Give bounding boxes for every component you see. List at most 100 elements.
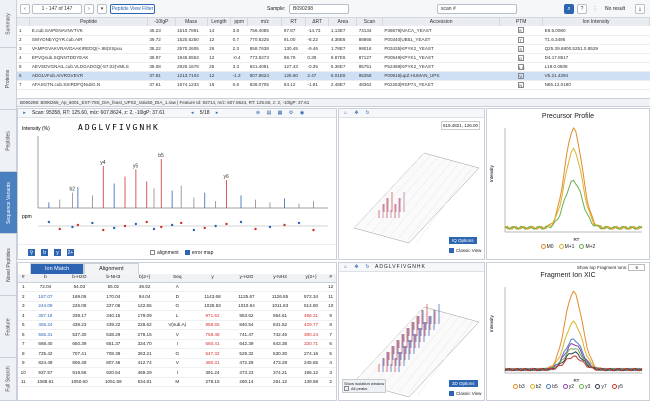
search-icon[interactable]: ⌕ bbox=[564, 4, 574, 14]
ion-row[interactable]: 10 937.57 919.56 920.54 469.29 I 391.24 373.23 3… bbox=[18, 367, 336, 378]
camera-icon[interactable]: ◉ bbox=[299, 110, 306, 117]
legend-item[interactable]: y3 bbox=[579, 384, 590, 390]
settings-icon[interactable]: ⚙ bbox=[288, 110, 295, 117]
b-ion-toggle[interactable]: b bbox=[41, 249, 48, 256]
peptide-col-header[interactable]: PTM bbox=[499, 18, 544, 26]
peptide-col-header[interactable]: Mass bbox=[175, 18, 208, 26]
sidebar-item-full-search[interactable]: Full Search bbox=[0, 358, 17, 401]
ion-cell: 708.39 bbox=[96, 348, 131, 359]
peptide-row[interactable]: 3 VAMPGVAKVRAVDAAKIREDQ(+.98)SSpuu 38.22 25… bbox=[17, 44, 650, 54]
ion-row[interactable]: 3 244.09 226.08 227.06 122.55 G 1028.63 1010.64… bbox=[18, 301, 336, 311]
sidebar-item-peptides[interactable]: Peptides bbox=[0, 110, 17, 172]
peptide-col-header[interactable]: Accession bbox=[382, 18, 501, 26]
classic-view-bottom[interactable]: Classic View bbox=[449, 391, 481, 397]
prev-spectrum-icon[interactable]: ◂ bbox=[189, 110, 196, 117]
peptide-col-header[interactable]: Length bbox=[207, 18, 232, 26]
home-icon[interactable]: ⌂ bbox=[342, 110, 349, 117]
legend-item[interactable]: y7 bbox=[595, 384, 607, 390]
ion-row[interactable]: 1 72.04 54.03 55.02 36.52 A 12 bbox=[18, 282, 336, 292]
peptide-row[interactable]: 7 AFASGTN.cub.SSIRDFQNubG.N 37.61 1674.1233… bbox=[17, 80, 650, 90]
peptide-row[interactable]: 6 ADGLVFub.AIVRGVEVR 37.81 1213.7104 12 -1.3 6… bbox=[17, 71, 650, 81]
tab-ion-match[interactable]: Ion Match bbox=[30, 263, 85, 274]
legend-item[interactable]: b2 bbox=[529, 384, 541, 390]
3d-options-button[interactable]: 3D Options bbox=[449, 380, 478, 387]
charge-toggle[interactable]: 2+ bbox=[67, 249, 74, 256]
sidebar-item-sequence-variants[interactable]: Sequence Variants bbox=[0, 172, 17, 234]
error-map-box[interactable] bbox=[184, 249, 190, 255]
alignment-box[interactable] bbox=[150, 249, 155, 255]
prev-page-button[interactable]: ‹ bbox=[20, 4, 30, 14]
next-spectrum-icon[interactable]: ▸ bbox=[214, 110, 221, 117]
top-fragment-select[interactable]: 6 bbox=[628, 264, 645, 271]
y-ion-toggle[interactable]: y bbox=[54, 249, 61, 256]
ion-row[interactable]: 5 456.24 438.23 439.22 228.62 V(sub.A) 858.55 8… bbox=[18, 320, 336, 330]
show-isolation[interactable]: Show isolation window All peaks bbox=[342, 379, 387, 394]
legend-item[interactable]: b3 bbox=[513, 384, 525, 390]
sidebar-item-summary[interactable]: Summary bbox=[0, 0, 17, 48]
export-icon[interactable]: ⤓ bbox=[635, 4, 645, 14]
pan-icon[interactable]: ✥ bbox=[353, 110, 360, 117]
precursor-chart[interactable]: Intensity RT bbox=[487, 120, 649, 242]
ion-cell: 1 bbox=[18, 282, 29, 292]
scan-search-input[interactable]: scan # bbox=[437, 4, 517, 14]
ion-row[interactable]: 4 357.18 339.17 340.15 179.09 L 971.62 953.62 95… bbox=[18, 310, 336, 321]
peptide-col-header[interactable] bbox=[17, 18, 31, 26]
expand-icon[interactable]: ▸ bbox=[21, 110, 28, 117]
classic-view-top[interactable]: Classic View bbox=[449, 248, 481, 254]
peptide-row[interactable]: 1 E.cub.SAIPENAVNVTVK 45.23 1510.7891 14 3.6 7… bbox=[17, 26, 650, 36]
pan-icon-2[interactable]: ✥ bbox=[353, 264, 360, 271]
ion-row[interactable]: 8 725.42 707.41 708.39 363.21 G 547.32 529.32 53… bbox=[18, 348, 336, 359]
refresh-icon-2[interactable]: ↻ bbox=[364, 264, 371, 271]
peptide-row[interactable]: 2 SWYDNEYQYR.cub.AIR 39.72 1520.6250 12 0.7 77… bbox=[17, 35, 650, 45]
peptide-col-header[interactable]: Ion Intensity bbox=[542, 18, 650, 26]
peptide-cell: 37.61 bbox=[147, 80, 176, 90]
alignment-checkbox[interactable]: alignment bbox=[150, 250, 179, 256]
peptide-row[interactable]: 4 EPVQnub.SQNNTDDYEAK 38.97 1945.6553 12 -0.4… bbox=[17, 53, 650, 63]
filter-icon[interactable]: ▾ bbox=[97, 4, 107, 14]
peptide-cell: 4 bbox=[17, 53, 30, 63]
sidebar-item-novel-peptides[interactable]: Novel Peptides bbox=[0, 234, 17, 296]
peptide-row[interactable]: 5 AEVSDVGNAIL.cub.VLDGADGQ(-57.02)VMLS 38.… bbox=[17, 62, 650, 72]
tab-alignment[interactable]: Alignment bbox=[84, 263, 139, 274]
peptide-view-filter-button[interactable]: Peptide View Filter bbox=[110, 4, 155, 14]
classic-view-top-box[interactable] bbox=[449, 248, 454, 254]
zoom-icon[interactable]: ⊕ bbox=[255, 110, 262, 117]
ion-row[interactable]: 2 187.07 169.06 170.04 94.04 D 1143.68 1125.67 1… bbox=[18, 291, 336, 302]
sidebar-item-feature[interactable]: Feature bbox=[0, 296, 17, 358]
fragment-chart[interactable]: Intensity RT bbox=[487, 279, 649, 383]
ion-row[interactable]: 7 668.40 650.39 651.37 334.70 I 660.41 642.39 64… bbox=[18, 339, 336, 349]
legend-item[interactable]: M0 bbox=[540, 244, 554, 250]
peptide-col-header[interactable]: Area bbox=[328, 18, 358, 26]
peptide-col-header[interactable]: Peptide bbox=[29, 18, 148, 26]
ion-row[interactable]: 6 555.31 537.30 538.29 278.15 V 759.48 741.47 74… bbox=[18, 329, 336, 340]
layers-icon[interactable]: ▦ bbox=[277, 110, 284, 117]
legend-item[interactable]: y2 bbox=[562, 384, 574, 390]
peptide-col-header[interactable]: m/z bbox=[247, 18, 283, 26]
legend-item[interactable]: M+1 bbox=[558, 244, 574, 250]
pin-icon[interactable]: ⚲ bbox=[28, 249, 35, 256]
home-icon-2[interactable]: ⌂ bbox=[342, 264, 349, 271]
peptide-col-header[interactable]: RT bbox=[281, 18, 306, 26]
ion-row[interactable]: 9 824.49 806.48 807.46 412.74 V 490.31 472.29 47… bbox=[18, 358, 336, 368]
peptide-col-header[interactable]: -10lgP bbox=[147, 18, 176, 26]
legend-item[interactable]: M+2 bbox=[579, 244, 595, 250]
next-page-button[interactable]: › bbox=[84, 4, 94, 14]
error-map-checkbox[interactable]: error map bbox=[184, 249, 213, 256]
peptide-col-header[interactable]: Scan bbox=[356, 18, 383, 26]
sidebar-item-proteins[interactable]: Proteins bbox=[0, 48, 17, 110]
peptide-col-header[interactable]: ΔRT bbox=[305, 18, 330, 26]
options-icon[interactable]: ⋮ bbox=[591, 4, 599, 14]
iq-options-button[interactable]: IQ Options bbox=[449, 237, 477, 244]
refresh-icon[interactable]: ↻ bbox=[364, 110, 371, 117]
peptide-col-header[interactable]: ppm bbox=[230, 18, 249, 26]
peptide-cell: N bbox=[499, 80, 543, 90]
bar-chart-icon[interactable]: ▤ bbox=[266, 110, 273, 117]
help-icon[interactable]: ? bbox=[577, 4, 587, 14]
legend-item[interactable]: y5 bbox=[611, 384, 623, 390]
ion-row[interactable]: 11 1068.61 1050.60 1051.59 534.81 M 278.15 260.… bbox=[18, 377, 336, 387]
sample-select[interactable]: B090298 bbox=[289, 4, 349, 14]
legend-item[interactable]: b5 bbox=[546, 384, 558, 390]
classic-view-bottom-box[interactable] bbox=[449, 391, 454, 397]
all-peaks-box[interactable] bbox=[344, 386, 349, 392]
spectrum-plot[interactable]: ADGLVFIVGNHK Intensity (%) b5 y4 b2 y5 y6 ppm bbox=[18, 118, 336, 242]
